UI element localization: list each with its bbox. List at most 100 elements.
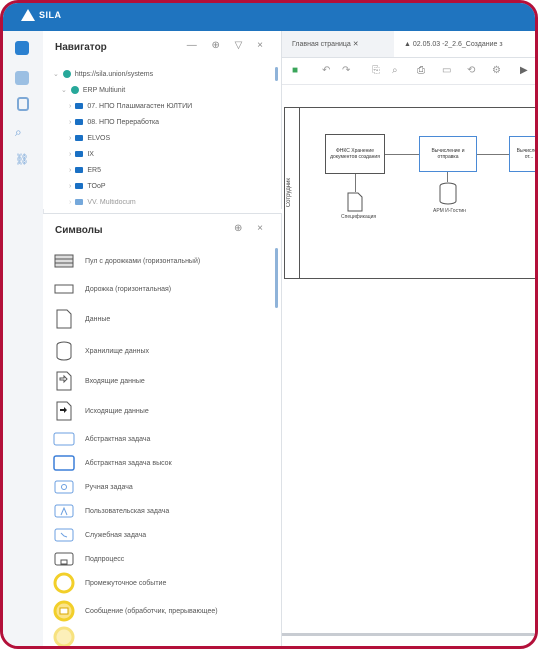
symbol-item[interactable]: Ручная задача bbox=[53, 474, 133, 500]
user-task-icon bbox=[53, 500, 75, 522]
symbol-label: Ручная задача bbox=[85, 483, 133, 491]
tree-item-label: ERP Multiunit bbox=[82, 86, 126, 94]
symbol-item[interactable]: Данные bbox=[53, 306, 110, 332]
play-icon[interactable]: ▶ bbox=[520, 65, 528, 76]
symbol-label: Пул с дорожками (горизонтальный) bbox=[85, 257, 201, 265]
tab-label: ▲ 02.05.03 -2_2.6_Создание з bbox=[404, 40, 503, 48]
chevron-right-icon[interactable]: › bbox=[69, 119, 71, 126]
tree-item[interactable]: › TOoP bbox=[69, 179, 106, 193]
message-event-icon bbox=[53, 600, 75, 622]
symbols-scrollbar[interactable] bbox=[275, 248, 278, 308]
data-store-icon[interactable] bbox=[439, 182, 457, 211]
undo-icon[interactable]: ↶ bbox=[322, 65, 330, 76]
symbols-tools[interactable]: ⊕ × bbox=[234, 223, 269, 234]
tab-home[interactable]: Главная страница ✕ bbox=[282, 31, 392, 57]
symbol-label: Сообщение (обработчик, прерывающее) bbox=[85, 607, 218, 615]
symbol-label: Подпроцесс bbox=[85, 555, 125, 563]
bpmn-task[interactable]: ФНКС Хранение документов создания bbox=[325, 134, 385, 174]
globe-icon bbox=[62, 70, 71, 78]
symbol-item[interactable]: Дорожка (горизонтальная) bbox=[53, 276, 171, 302]
symbol-item[interactable]: Входящие данные bbox=[53, 368, 145, 394]
tree-item[interactable]: › ER5 bbox=[69, 163, 101, 177]
document-icon[interactable] bbox=[17, 97, 29, 111]
tree-item[interactable]: › 08. НПО Переработка bbox=[69, 115, 159, 129]
data-object-label: Спецификация bbox=[341, 214, 377, 220]
symbol-item[interactable] bbox=[53, 624, 85, 646]
navigator-tools[interactable]: — ⊕ ▽ × bbox=[187, 40, 269, 51]
symbol-label: Данные bbox=[85, 315, 111, 323]
link-icon[interactable]: ⛓ bbox=[15, 153, 29, 167]
files-icon[interactable] bbox=[15, 71, 29, 85]
data-object-icon bbox=[53, 308, 75, 330]
chevron-right-icon[interactable]: › bbox=[69, 183, 71, 190]
folder-icon bbox=[75, 151, 84, 157]
symbol-item[interactable]: Служебная задача bbox=[53, 522, 146, 548]
chevron-right-icon[interactable]: › bbox=[69, 103, 71, 110]
app-window: SILA ⌕ ⛓ Навигатор — ⊕ ▽ × ⌄ https://sil… bbox=[0, 0, 538, 649]
intermediate-event-icon bbox=[53, 572, 75, 594]
bpmn-pool[interactable]: Сотрудник ФНКС Хранение документов созда… bbox=[284, 107, 535, 279]
navigator-title: Навигатор bbox=[55, 42, 107, 53]
association bbox=[447, 172, 448, 182]
symbol-label: Входящие данные bbox=[85, 377, 145, 385]
select-icon[interactable]: ▭ bbox=[442, 65, 451, 76]
tree-item-label: 07. НПО Плашмагастен ЮЛТИИ bbox=[87, 102, 193, 110]
search-icon[interactable]: ⌕ bbox=[15, 125, 29, 139]
symbol-item[interactable]: Пул с дорожками (горизонтальный) bbox=[53, 248, 200, 274]
symbols-header: Символы ⊕ × bbox=[43, 214, 281, 244]
tab-diagram[interactable]: ▲ 02.05.03 -2_2.6_Создание з bbox=[394, 31, 535, 57]
data-store-icon bbox=[53, 340, 75, 362]
bpmn-task[interactable]: Вычисление и отправка bbox=[419, 136, 477, 172]
tree-item-label: ELVOS bbox=[87, 134, 111, 142]
symbol-item[interactable]: Пользовательская задача bbox=[53, 498, 169, 524]
chevron-down-icon[interactable]: ⌄ bbox=[61, 86, 67, 94]
chevron-right-icon[interactable]: › bbox=[69, 135, 71, 142]
symbol-label: Промежуточное событие bbox=[85, 579, 167, 587]
symbol-item[interactable]: Сообщение (обработчик, прерывающее) bbox=[53, 598, 218, 624]
symbol-item[interactable]: Подпроцесс bbox=[53, 546, 124, 572]
symbol-item[interactable]: Абстрактная задача высок bbox=[53, 450, 172, 476]
logo-text: SILA bbox=[39, 10, 62, 20]
tree-item[interactable]: › IX bbox=[69, 147, 94, 161]
zoom-icon[interactable]: ⌕ bbox=[392, 65, 398, 76]
pool-label-text: Сотрудник bbox=[286, 178, 292, 208]
symbol-item[interactable]: Абстрактная задача bbox=[53, 426, 150, 452]
save-icon[interactable]: ■ bbox=[292, 65, 298, 76]
tree-item[interactable]: › ELVOS bbox=[69, 131, 110, 145]
symbol-label: Дорожка (горизонтальная) bbox=[85, 285, 172, 293]
connect-icon[interactable]: ⟲ bbox=[467, 65, 475, 76]
subprocess-icon bbox=[53, 548, 75, 570]
redo-icon[interactable]: ↷ bbox=[342, 65, 350, 76]
horizontal-scrollbar[interactable] bbox=[282, 633, 535, 636]
chevron-right-icon[interactable]: › bbox=[69, 199, 71, 206]
data-input-icon bbox=[53, 370, 75, 392]
symbol-label: Служебная задача bbox=[85, 531, 147, 539]
tree-item[interactable]: ⌄ ERP Multiunit bbox=[61, 83, 125, 97]
tree-item[interactable]: › 07. НПО Плашмагастен ЮЛТИИ bbox=[69, 99, 192, 113]
diagram-canvas[interactable]: Сотрудник ФНКС Хранение документов созда… bbox=[282, 85, 535, 636]
folder-icon bbox=[75, 135, 84, 141]
symbols-title: Символы bbox=[55, 225, 103, 236]
chevron-down-icon[interactable]: ⌄ bbox=[53, 70, 59, 78]
folder-icon bbox=[75, 119, 84, 125]
tree-item[interactable]: › VV. Multidocum bbox=[69, 195, 136, 209]
symbol-label: Хранилище данных bbox=[85, 347, 149, 355]
symbol-item[interactable]: Промежуточное событие bbox=[53, 570, 166, 596]
task-label: Вычисление и отправка bbox=[431, 148, 465, 160]
copy-icon[interactable]: ⎘ bbox=[372, 65, 380, 76]
abstract-task-tall-icon bbox=[53, 452, 75, 474]
manual-task-icon bbox=[53, 476, 75, 498]
tab-label: Главная страница ✕ bbox=[292, 41, 359, 48]
navigator-icon[interactable] bbox=[15, 41, 29, 55]
symbol-item[interactable]: Хранилище данных bbox=[53, 338, 149, 364]
print-icon[interactable]: ⎙ bbox=[417, 65, 425, 76]
tree-item[interactable]: ⌄ https://sila.union/systems bbox=[53, 67, 153, 81]
pool-lanes-icon bbox=[53, 250, 75, 272]
chevron-right-icon[interactable]: › bbox=[69, 167, 71, 174]
chevron-right-icon[interactable]: › bbox=[69, 151, 71, 158]
navigator-scrollbar[interactable] bbox=[275, 67, 278, 81]
service-task-icon bbox=[53, 524, 75, 546]
symbol-item[interactable]: Исходящие данные bbox=[53, 398, 149, 424]
settings-icon[interactable]: ⚙ bbox=[492, 65, 501, 76]
bpmn-task[interactable]: Вычисле... от... bbox=[509, 136, 535, 172]
